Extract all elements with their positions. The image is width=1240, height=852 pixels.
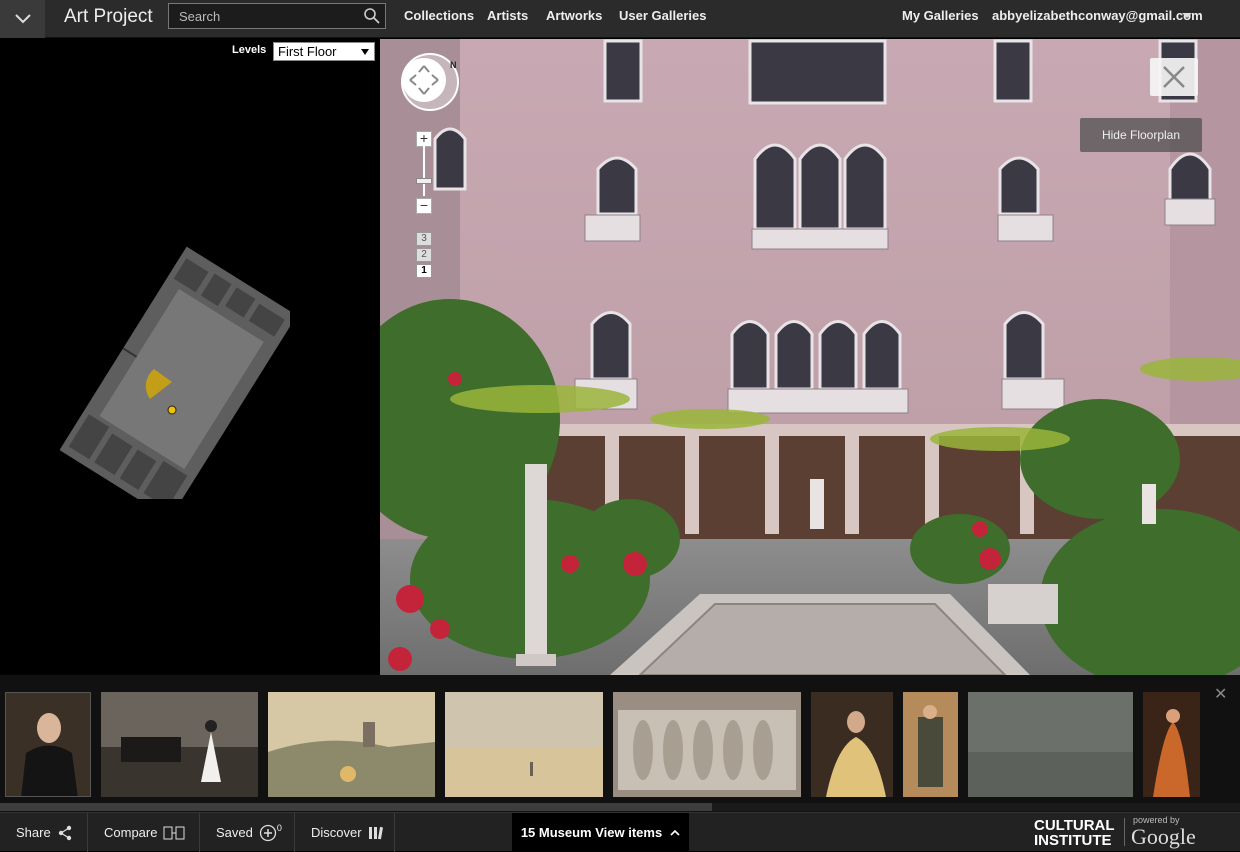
thumbnail[interactable] — [101, 692, 258, 797]
share-label: Share — [16, 825, 51, 840]
share-icon — [58, 825, 71, 840]
nav-artworks[interactable]: Artworks — [546, 8, 602, 23]
close-viewer-button[interactable] — [1150, 58, 1198, 96]
thumbnail[interactable] — [1143, 692, 1200, 797]
ci-line-2: INSTITUTE — [1034, 832, 1112, 849]
dropdown-arrow-icon — [361, 49, 369, 55]
search-box — [168, 3, 386, 29]
cultural-institute-logo[interactable]: CULTURAL INSTITUTE — [1034, 818, 1115, 848]
compare-button[interactable]: Compare — [88, 813, 200, 852]
zoom-slider-handle[interactable] — [416, 178, 432, 184]
position-marker-icon — [167, 405, 177, 415]
museum-view-items-label: 15 Museum View items — [520, 825, 663, 840]
nav-collections[interactable]: Collections — [404, 8, 474, 23]
chevron-up-icon — [670, 829, 680, 836]
google-logo[interactable]: Google — [1131, 824, 1196, 850]
floorplan-map[interactable] — [60, 239, 290, 499]
zoom-out-button[interactable]: − — [416, 198, 432, 214]
menu-toggle-button[interactable] — [0, 0, 45, 38]
app-title[interactable]: Art Project — [64, 6, 153, 28]
thumbnail[interactable] — [903, 692, 958, 797]
ci-line-1: CULTURAL — [1034, 817, 1115, 834]
floor-1-button[interactable]: 1 — [416, 264, 432, 278]
levels-selected-value: First Floor — [278, 44, 337, 59]
levels-label: Levels — [232, 44, 267, 56]
zoom-slider-track[interactable] — [423, 146, 425, 196]
floor-3-button[interactable]: 3 — [416, 232, 432, 246]
strip-scrollbar-thumb[interactable] — [0, 803, 712, 811]
share-button[interactable]: Share — [0, 813, 88, 852]
thumbnail[interactable] — [968, 692, 1133, 797]
thumbnail[interactable] — [268, 692, 435, 797]
zoom-in-button[interactable]: + — [416, 131, 432, 147]
levels-select[interactable]: First Floor — [273, 42, 375, 61]
search-icon[interactable] — [363, 7, 381, 25]
top-bar: Art Project Collections Artists Artworks… — [0, 0, 1240, 38]
logo-divider — [1124, 818, 1125, 846]
account-menu[interactable]: abbyelizabethconway@gmail.com — [992, 8, 1203, 23]
my-galleries-link[interactable]: My Galleries — [902, 8, 979, 23]
saved-count: 0 — [276, 822, 282, 833]
add-saved-icon — [259, 824, 277, 841]
thumbnail[interactable] — [445, 692, 603, 797]
nav-artists[interactable]: Artists — [487, 8, 528, 23]
artwork-thumbnail-strip: ✕ — [0, 675, 1240, 812]
discover-icon — [368, 826, 383, 839]
compass-north-label: N — [450, 60, 457, 70]
thumbnail[interactable] — [5, 692, 91, 797]
close-icon — [1163, 66, 1185, 88]
thumbnail[interactable] — [613, 692, 801, 797]
pan-compass-control[interactable]: N — [400, 52, 460, 112]
discover-button[interactable]: Discover — [295, 813, 395, 852]
compare-icon — [163, 826, 185, 839]
thumbnail[interactable] — [811, 692, 893, 797]
nav-user-galleries[interactable]: User Galleries — [619, 8, 706, 23]
hide-floorplan-button[interactable]: Hide Floorplan — [1080, 118, 1202, 152]
compare-label: Compare — [104, 825, 158, 840]
floorplan-panel: Levels First Floor — [0, 39, 380, 675]
floor-2-button[interactable]: 2 — [416, 248, 432, 262]
saved-button[interactable]: Saved 0 — [200, 813, 295, 852]
account-dropdown-icon[interactable] — [1182, 13, 1192, 18]
saved-label: Saved — [216, 825, 253, 840]
chevron-down-icon — [14, 14, 31, 24]
museum-view-panorama[interactable]: Hide Floorplan — [380, 39, 1240, 675]
close-strip-icon[interactable]: ✕ — [1214, 684, 1227, 704]
museum-view-items-button[interactable]: 15 Museum View items — [512, 813, 689, 852]
search-input[interactable] — [169, 4, 359, 28]
discover-label: Discover — [311, 825, 362, 840]
